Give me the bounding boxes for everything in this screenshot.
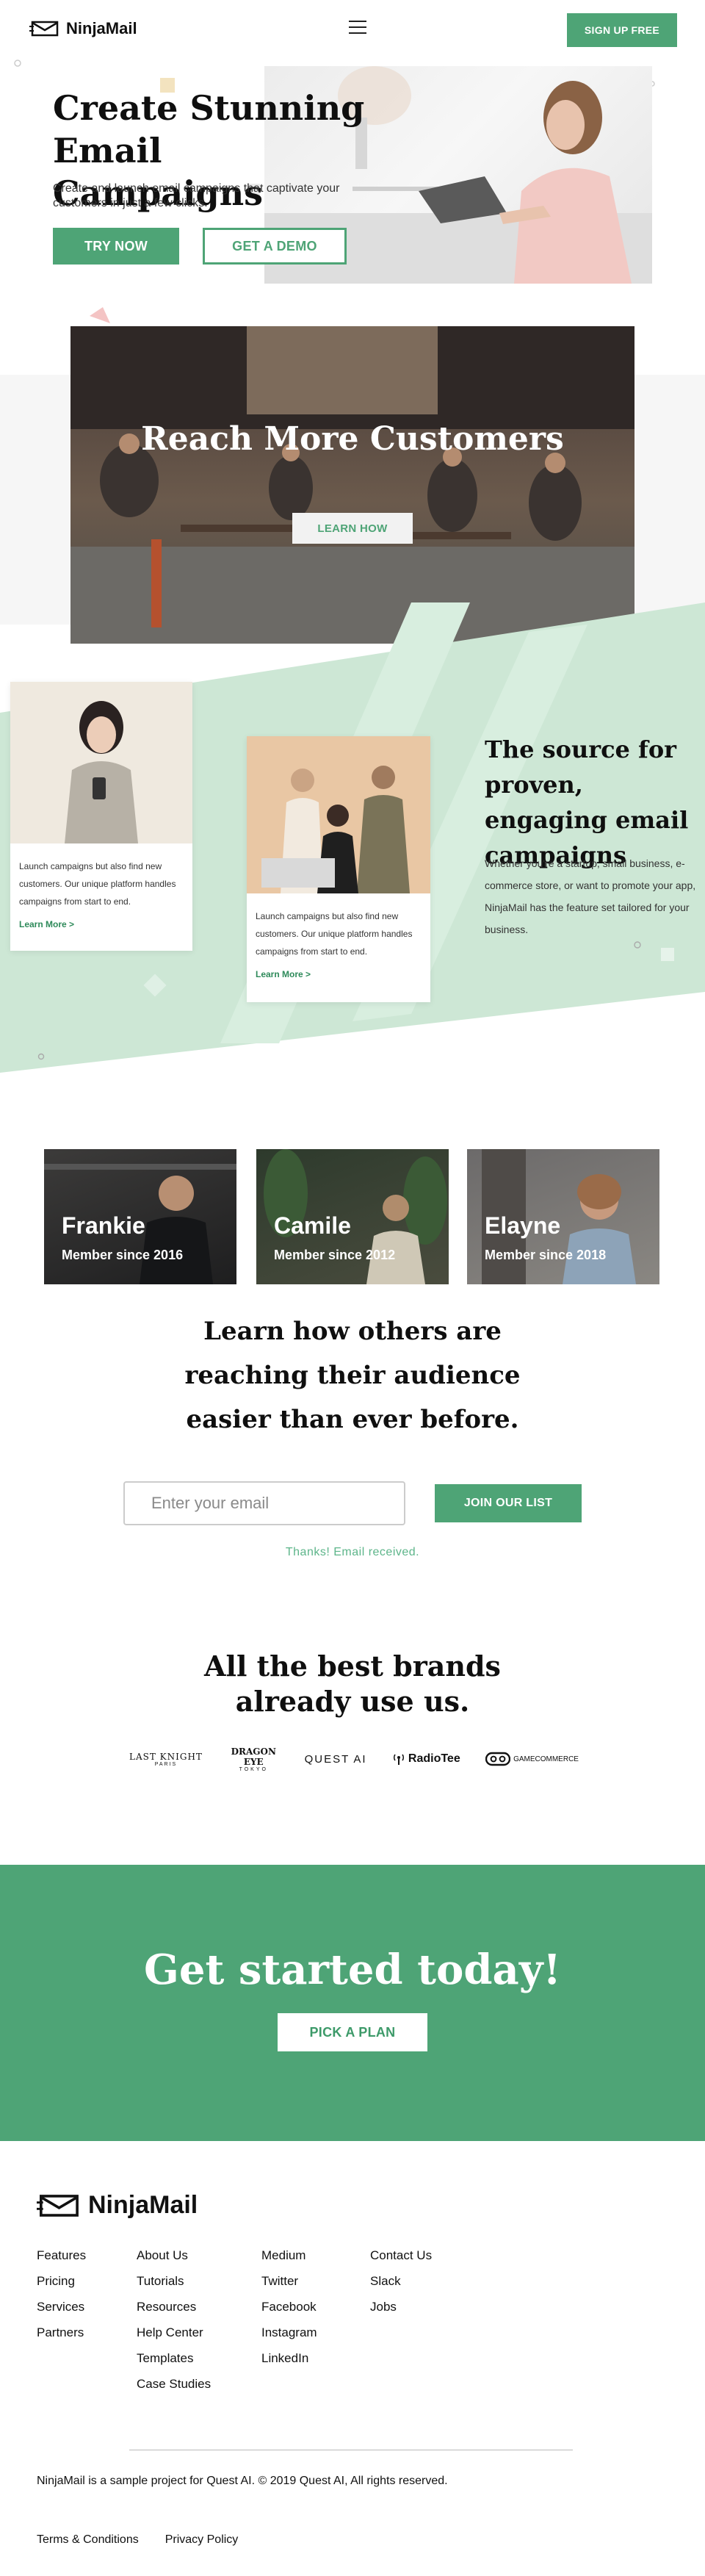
brands-title-line2: already use us. — [235, 1685, 470, 1718]
reach-image — [70, 326, 634, 644]
footer-legal-links: Terms & Conditions Privacy Policy — [37, 2533, 238, 2547]
brand-logo-gamecommerce: GAMECOMMERCE — [485, 1752, 579, 1766]
decor-triangle — [90, 307, 110, 323]
brand-logo-dragon-eye: DRAGON EYE TOKYO — [228, 1746, 279, 1772]
footer-link-about[interactable]: About Us — [137, 2242, 211, 2268]
hero-title-line1: Create Stunning — [53, 88, 365, 128]
brand-name: NinjaMail — [66, 19, 137, 37]
learn-how-button[interactable]: LEARN HOW — [292, 513, 413, 544]
feature-card: Launch campaigns but also find new custo… — [247, 736, 430, 1002]
email-input[interactable] — [123, 1481, 405, 1525]
footer-link-jobs[interactable]: Jobs — [370, 2294, 432, 2320]
footer-link-facebook[interactable]: Facebook — [261, 2294, 317, 2320]
gamepad-icon — [485, 1752, 511, 1766]
footer-link-services[interactable]: Services — [37, 2294, 86, 2320]
terms-link[interactable]: Terms & Conditions — [37, 2533, 139, 2547]
footer-column-social: Medium Twitter Facebook Instagram Linked… — [261, 2242, 317, 2371]
get-demo-button[interactable]: GET A DEMO — [203, 228, 347, 265]
member-since: Member since 2018 — [485, 1248, 607, 1262]
brand-name: LAST KNIGHT — [129, 1751, 203, 1762]
footer-column-contact: Contact Us Slack Jobs — [370, 2242, 432, 2320]
card-text: Launch campaigns but also find new custo… — [256, 911, 413, 957]
decor-circle — [14, 60, 21, 67]
footer-link-instagram[interactable]: Instagram — [261, 2320, 317, 2345]
card-image — [10, 682, 192, 843]
footer-link-templates[interactable]: Templates — [137, 2345, 211, 2371]
envelope-icon — [29, 21, 59, 37]
footer-column-product: Features Pricing Services Partners — [37, 2242, 86, 2345]
footer-copyright: NinjaMail is a sample project for Quest … — [37, 2475, 448, 2487]
brand-name: DRAGON EYE — [231, 1746, 276, 1767]
footer-link-slack[interactable]: Slack — [370, 2268, 432, 2294]
learn-more-link[interactable]: Learn More > — [247, 960, 430, 988]
brand-logo-quest-ai: QUEST AI — [305, 1753, 367, 1766]
hero-subtitle: Create and launch email campaigns that c… — [53, 182, 340, 209]
reach-title: Reach More Customers — [141, 420, 564, 458]
footer-column-company: About Us Tutorials Resources Help Center… — [137, 2242, 211, 2397]
signup-confirmation: Thanks! Email received. — [285, 1546, 420, 1558]
brand-sub: PARIS — [154, 1761, 178, 1767]
footer-link-help-center[interactable]: Help Center — [137, 2320, 211, 2345]
join-list-button[interactable]: JOIN OUR LIST — [435, 1484, 582, 1522]
member-name: Elayne — [485, 1212, 561, 1239]
brand-logos: LAST KNIGHT PARIS DRAGON EYE TOKYO QUEST… — [129, 1743, 579, 1775]
footer-link-medium[interactable]: Medium — [261, 2242, 317, 2268]
card-text: Launch campaigns but also find new custo… — [19, 861, 176, 907]
brand-logo[interactable]: NinjaMail — [29, 19, 137, 38]
pick-plan-button[interactable]: PICK A PLAN — [278, 2013, 427, 2051]
footer-link-partners[interactable]: Partners — [37, 2320, 86, 2345]
footer-link-tutorials[interactable]: Tutorials — [137, 2268, 211, 2294]
hamburger-icon[interactable] — [349, 21, 366, 35]
member-card: Elayne Member since 2018 — [467, 1149, 659, 1284]
member-name: Frankie — [62, 1212, 145, 1239]
cta-section — [0, 1865, 705, 2141]
source-text: Whether you're a startup, small business… — [485, 857, 696, 935]
envelope-icon — [37, 2194, 79, 2217]
brand-name: QUEST AI — [304, 1752, 367, 1766]
footer-brand-logo[interactable]: NinjaMail — [37, 2191, 198, 2220]
brands-title-line1: All the best brands — [204, 1649, 501, 1683]
member-name: Camile — [274, 1212, 351, 1239]
footer-link-linkedin[interactable]: LinkedIn — [261, 2345, 317, 2371]
try-now-button[interactable]: TRY NOW — [53, 228, 179, 265]
feature-card: Launch campaigns but also find new custo… — [10, 682, 192, 951]
brand-name: GAMECOMMERCE — [513, 1755, 579, 1763]
member-card: Camile Member since 2012 — [256, 1149, 449, 1284]
privacy-link[interactable]: Privacy Policy — [165, 2533, 239, 2547]
footer-link-case-studies[interactable]: Case Studies — [137, 2371, 211, 2397]
footer-link-twitter[interactable]: Twitter — [261, 2268, 317, 2294]
footer-link-contact[interactable]: Contact Us — [370, 2242, 432, 2268]
antenna-icon — [393, 1754, 404, 1765]
learn-title: Learn how others are reaching their audi… — [184, 1317, 521, 1434]
brand-logo-radiotee: RadioTee — [392, 1752, 460, 1766]
brand-name: RadioTee — [408, 1752, 460, 1765]
footer-link-features[interactable]: Features — [37, 2242, 86, 2268]
signup-button[interactable]: SIGN UP FREE — [567, 13, 677, 47]
brand-sub: TOKYO — [239, 1766, 268, 1772]
footer-link-pricing[interactable]: Pricing — [37, 2268, 86, 2294]
learn-more-link[interactable]: Learn More > — [10, 910, 192, 938]
cta-title: Get started today! — [144, 1946, 561, 1994]
member-since: Member since 2016 — [62, 1248, 184, 1262]
footer-link-resources[interactable]: Resources — [137, 2294, 211, 2320]
member-since: Member since 2012 — [274, 1248, 396, 1262]
footer-brand-name: NinjaMail — [88, 2191, 198, 2219]
member-card: Frankie Member since 2016 — [44, 1149, 236, 1284]
brand-logo-last-knight: LAST KNIGHT PARIS — [129, 1752, 203, 1767]
page: NinjaMail SIGN UP FREE Create Stunning E… — [0, 0, 705, 2576]
brands-title: All the best brands already use us. — [147, 1649, 558, 1719]
card-image — [247, 736, 430, 893]
